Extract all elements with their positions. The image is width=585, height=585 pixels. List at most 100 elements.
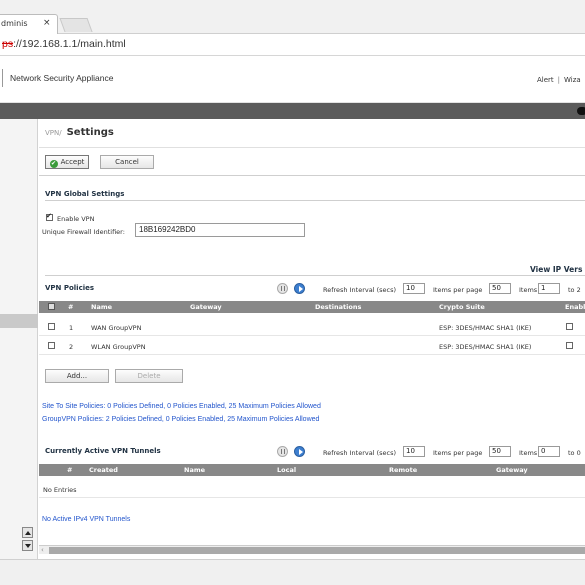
global-settings-title: VPN Global Settings bbox=[45, 190, 125, 198]
col-destinations[interactable]: Destinations bbox=[315, 303, 361, 311]
vpn-policies-title: VPN Policies bbox=[45, 284, 95, 292]
address-bar[interactable]: ps://192.168.1.1/main.html bbox=[0, 34, 585, 56]
row-enable-checkbox[interactable] bbox=[566, 342, 573, 349]
row-num: 2 bbox=[69, 343, 74, 351]
row-name: WLAN GroupVPN bbox=[91, 343, 146, 351]
table-row: No Entries bbox=[39, 480, 585, 498]
col-crypto-suite[interactable]: Crypto Suite bbox=[439, 303, 485, 311]
ipv4-tunnels-summary: No Active IPv4 VPN Tunnels bbox=[42, 516, 131, 523]
select-all-checkbox[interactable] bbox=[48, 303, 55, 310]
delete-policy-button[interactable]: Delete bbox=[115, 369, 183, 383]
nav-strip bbox=[0, 103, 585, 119]
items-start-input[interactable]: 1 bbox=[538, 283, 560, 294]
active-tunnels-title: Currently Active VPN Tunnels bbox=[45, 447, 161, 455]
horizontal-scrollbar[interactable]: ‹ bbox=[39, 545, 585, 554]
url-protocol: ps bbox=[2, 38, 14, 50]
url-text[interactable]: ps://192.168.1.1/main.html bbox=[2, 38, 126, 50]
items-start-input[interactable]: 0 bbox=[538, 446, 560, 457]
sidebar-selected-item[interactable] bbox=[0, 314, 38, 328]
enable-vpn-checkbox[interactable] bbox=[46, 212, 53, 221]
col-gateway[interactable]: Gateway bbox=[190, 303, 222, 311]
alert-link[interactable]: Alert bbox=[537, 76, 554, 84]
left-sidebar bbox=[0, 119, 38, 559]
scroll-up-button[interactable] bbox=[22, 527, 33, 538]
items-range-label: to 2 bbox=[568, 286, 581, 294]
table-row[interactable]: 1 WAN GroupVPN ESP: 3DES/HMAC SHA1 (IKE) bbox=[39, 318, 585, 336]
url-rest: ://192.168.1.1/main.html bbox=[13, 38, 126, 50]
scrollbar-thumb[interactable] bbox=[49, 547, 585, 554]
col-local[interactable]: Local bbox=[277, 466, 296, 474]
browser-tab-bar: dminis × bbox=[0, 0, 585, 34]
arrow-up-icon bbox=[25, 531, 31, 535]
browser-tab[interactable]: dminis × bbox=[0, 14, 58, 34]
cancel-button[interactable]: Cancel bbox=[100, 155, 154, 169]
section-divider bbox=[39, 175, 585, 176]
pause-icon[interactable] bbox=[277, 283, 288, 294]
col-enable[interactable]: Enable bbox=[565, 303, 585, 311]
group-vpn-summary: GroupVPN Policies: 2 Policies Defined, 0… bbox=[42, 416, 320, 423]
main-content: VPN/Settings ✔ Accept Cancel VPN Global S… bbox=[39, 119, 585, 559]
col-gateway[interactable]: Gateway bbox=[496, 466, 528, 474]
empty-table-text: No Entries bbox=[43, 486, 77, 494]
tunnels-table-header: # Created Name Local Remote Gateway bbox=[39, 464, 585, 476]
row-enable-checkbox[interactable] bbox=[566, 323, 573, 330]
firewall-id-field[interactable]: 18B169242BD0 bbox=[135, 223, 305, 237]
items-per-page-label: Items per page bbox=[433, 449, 483, 457]
col-name[interactable]: Name bbox=[91, 303, 112, 311]
section-divider bbox=[45, 275, 585, 276]
firewall-id-label: Unique Firewall Identifier: bbox=[42, 228, 125, 236]
site-to-site-summary: Site To Site Policies: 0 Policies Define… bbox=[42, 403, 321, 410]
section-divider bbox=[45, 200, 585, 201]
strip-handle[interactable] bbox=[577, 107, 585, 115]
new-tab-button[interactable] bbox=[59, 18, 93, 32]
accept-label: Accept bbox=[60, 158, 85, 166]
breadcrumb-section[interactable]: VPN/ bbox=[45, 129, 62, 137]
title-divider bbox=[39, 147, 585, 148]
items-range-label: to 0 bbox=[568, 449, 581, 457]
status-footer bbox=[0, 559, 585, 585]
items-per-page-input[interactable]: 50 bbox=[489, 283, 511, 294]
scroll-left-icon[interactable]: ‹ bbox=[41, 546, 44, 554]
view-ip-version-label: View IP Vers bbox=[530, 265, 583, 274]
refresh-interval-label: Refresh Interval (secs) bbox=[323, 286, 396, 294]
row-crypto-suite: ESP: 3DES/HMAC SHA1 (IKE) bbox=[439, 324, 532, 332]
row-select-checkbox[interactable] bbox=[48, 342, 55, 349]
items-per-page-input[interactable]: 50 bbox=[489, 446, 511, 457]
check-icon: ✔ bbox=[49, 160, 58, 168]
pause-icon[interactable] bbox=[277, 446, 288, 457]
col-created[interactable]: Created bbox=[89, 466, 118, 474]
brand-divider bbox=[2, 69, 3, 87]
refresh-interval-input[interactable]: 10 bbox=[403, 283, 425, 294]
row-select-checkbox[interactable] bbox=[48, 323, 55, 330]
accept-button[interactable]: ✔ Accept bbox=[45, 155, 89, 169]
col-name[interactable]: Name bbox=[184, 466, 205, 474]
breadcrumb: VPN/Settings bbox=[45, 127, 114, 138]
row-num: 1 bbox=[69, 324, 74, 332]
brand-name: Network Security Appliance bbox=[10, 73, 114, 83]
col-num[interactable]: # bbox=[67, 466, 72, 474]
enable-vpn-label: Enable VPN bbox=[57, 215, 95, 223]
row-crypto-suite: ESP: 3DES/HMAC SHA1 (IKE) bbox=[439, 343, 532, 351]
arrow-down-icon bbox=[25, 544, 31, 548]
close-tab-icon[interactable]: × bbox=[43, 18, 51, 28]
header-links: Alert | Wiza bbox=[537, 76, 581, 84]
col-num[interactable]: # bbox=[68, 303, 73, 311]
items-label: Items bbox=[519, 286, 538, 294]
wizard-link[interactable]: Wiza bbox=[564, 76, 581, 84]
policies-table-header: # Name Gateway Destinations Crypto Suite… bbox=[39, 301, 585, 313]
items-label: Items bbox=[519, 449, 538, 457]
scroll-down-button[interactable] bbox=[22, 540, 33, 551]
col-remote[interactable]: Remote bbox=[389, 466, 417, 474]
browser-tab-title: dminis bbox=[1, 19, 28, 28]
app-header: Network Security Appliance Alert | Wiza bbox=[0, 57, 585, 103]
play-icon[interactable] bbox=[294, 446, 305, 457]
refresh-interval-label: Refresh Interval (secs) bbox=[323, 449, 396, 457]
play-icon[interactable] bbox=[294, 283, 305, 294]
page-title: Settings bbox=[66, 127, 114, 138]
header-separator: | bbox=[557, 76, 561, 84]
row-name: WAN GroupVPN bbox=[91, 324, 142, 332]
items-per-page-label: Items per page bbox=[433, 286, 483, 294]
refresh-interval-input[interactable]: 10 bbox=[403, 446, 425, 457]
table-row[interactable]: 2 WLAN GroupVPN ESP: 3DES/HMAC SHA1 (IKE… bbox=[39, 337, 585, 355]
add-policy-button[interactable]: Add... bbox=[45, 369, 109, 383]
